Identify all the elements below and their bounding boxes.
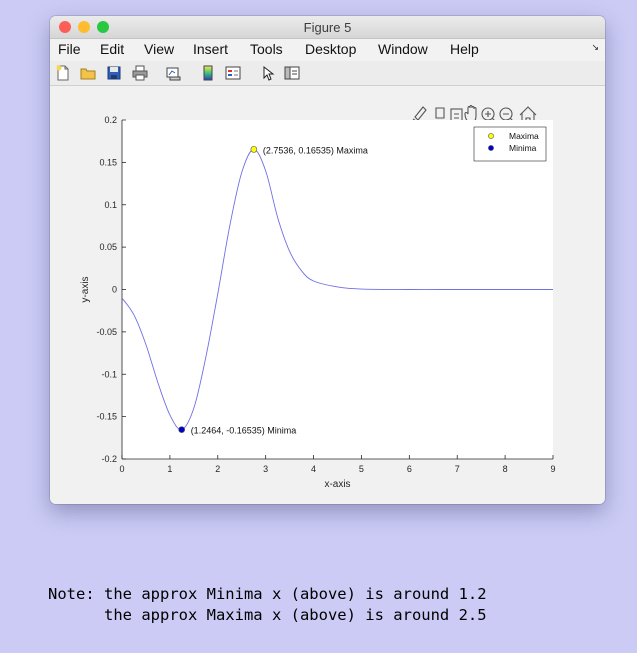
- menu-desktop[interactable]: Desktop: [305, 41, 356, 57]
- pointer-icon[interactable]: [260, 65, 276, 81]
- y-tick-label: 0.05: [99, 242, 117, 252]
- y-ticks: -0.2 -0.15 -0.1 -0.05 0 0.05 0.1 0.15 0.2: [96, 115, 126, 464]
- x-tick-label: 3: [263, 464, 268, 474]
- minima-marker: [178, 426, 185, 433]
- menubar-expand-icon[interactable]: ↘: [591, 42, 599, 53]
- menu-file[interactable]: File: [58, 41, 81, 57]
- note-text: Note: the approx Minima x (above) is aro…: [48, 584, 487, 626]
- y-axis-label: y-axis: [80, 276, 91, 302]
- legend[interactable]: Maxima Minima: [473, 126, 547, 162]
- y-tick-label: -0.1: [101, 369, 117, 379]
- menu-view[interactable]: View: [144, 41, 174, 57]
- link-plot-icon[interactable]: [165, 65, 181, 81]
- menu-tools[interactable]: Tools: [250, 41, 283, 57]
- y-tick-label: -0.2: [101, 454, 117, 464]
- note-line-2: the approx Maxima x (above) is around 2.…: [48, 606, 487, 624]
- open-folder-icon[interactable]: [80, 65, 96, 81]
- y-tick-label: 0.1: [104, 200, 117, 210]
- legend-marker: [488, 145, 494, 151]
- x-tick-label: 5: [359, 464, 364, 474]
- figure-toolbar: [50, 61, 605, 86]
- legend-marker: [488, 133, 494, 139]
- x-tick-label: 9: [550, 464, 555, 474]
- note-line-1: Note: the approx Minima x (above) is aro…: [48, 585, 487, 603]
- x-tick-label: 4: [311, 464, 316, 474]
- x-tick-label: 2: [215, 464, 220, 474]
- legend-label: Maxima: [509, 131, 539, 141]
- x-tick-label: 8: [503, 464, 508, 474]
- menu-help[interactable]: Help: [450, 41, 479, 57]
- maxima-marker: [250, 146, 258, 153]
- colorbar-icon[interactable]: [200, 65, 216, 81]
- y-tick-label: 0.2: [104, 115, 117, 125]
- y-tick-label: -0.15: [96, 412, 117, 422]
- annotation-label: (1.2464, -0.16535) Minima: [191, 426, 297, 436]
- y-tick-label: 0.15: [99, 157, 117, 167]
- legend-icon[interactable]: [225, 65, 241, 81]
- y-tick-label: -0.05: [96, 327, 117, 337]
- menu-window[interactable]: Window: [378, 41, 428, 57]
- x-axis-label: x-axis: [324, 479, 350, 490]
- plot-svg: p09 Your Name 0123456789 -0.2-0.15-0.1-0…: [80, 104, 556, 490]
- annotation-label: (2.7536, 0.16535) Maxima: [263, 145, 368, 155]
- menu-bar: File Edit View Insert Tools Desktop Wind…: [50, 39, 605, 61]
- x-tick-label: 1: [167, 464, 172, 474]
- window-title: Figure 5: [303, 20, 352, 35]
- title-bar: Figure 5: [50, 16, 605, 39]
- property-inspector-icon[interactable]: [284, 65, 300, 81]
- menu-insert[interactable]: Insert: [193, 41, 228, 57]
- menu-edit[interactable]: Edit: [100, 41, 124, 57]
- print-icon[interactable]: [132, 65, 148, 81]
- y-tick-label: 0: [112, 285, 117, 295]
- figure-window: Figure 5 File Edit View Insert Tools Des…: [50, 16, 605, 504]
- figure-canvas: p09 Your Name 0123456789 -0.2-0.15-0.1-0…: [50, 86, 605, 504]
- save-icon[interactable]: [106, 65, 122, 81]
- x-tick-label: 6: [407, 464, 412, 474]
- x-tick-label: 0: [119, 464, 124, 474]
- new-file-icon[interactable]: [55, 65, 71, 81]
- x-tick-label: 7: [455, 464, 460, 474]
- legend-label: Minima: [509, 143, 537, 153]
